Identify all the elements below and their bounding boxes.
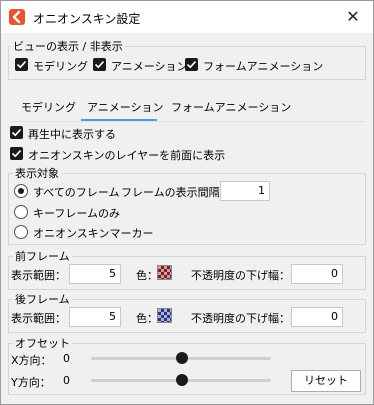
view-form-animation-checkbox[interactable] (185, 58, 198, 71)
y-offset-slider-thumb[interactable] (176, 374, 188, 386)
view-form-animation-label: フォームアニメーション (203, 60, 324, 73)
frame-interval-label: フレームの表示間隔 (121, 186, 220, 199)
y-offset-label: Y方向： (11, 376, 51, 389)
tab-form-animation[interactable]: フォームアニメーション (171, 99, 291, 121)
prev-color-swatch[interactable] (157, 265, 172, 280)
y-offset-value: 0 (63, 374, 70, 387)
display-target-label: 表示対象 (13, 165, 61, 181)
tab-divider (9, 121, 365, 122)
next-opacity-label: 不透明度の下げ幅： (191, 312, 290, 325)
prev-opacity-label: 不透明度の下げ幅： (191, 269, 290, 282)
x-offset-slider-thumb[interactable] (176, 352, 188, 364)
next-color-label: 色： (136, 312, 158, 325)
all-frames-label: すべてのフレーム (33, 186, 120, 199)
x-offset-label: X方向： (11, 354, 52, 367)
frame-interval-input[interactable]: 1 (220, 181, 270, 201)
prev-range-input[interactable]: 5 (69, 264, 121, 284)
next-range-label: 表示範囲： (11, 312, 66, 325)
view-group-label: ビューの表示 / 非表示 (11, 38, 125, 54)
layer-front-label: オニオンスキンのレイヤーを前面に表示 (28, 149, 226, 162)
tab-modeling[interactable]: モデリング (21, 99, 76, 121)
prev-frame-label: 前フレーム (13, 248, 72, 264)
onion-skin-settings-dialog: オニオンスキン設定 ✕ ビューの表示 / 非表示 モデリング アニメーション フ… (0, 0, 374, 405)
onion-markers-label: オニオンスキンマーカー (33, 227, 154, 240)
x-offset-value: 0 (63, 352, 70, 365)
next-color-swatch[interactable] (157, 308, 172, 323)
window-title: オニオンスキン設定 (33, 12, 141, 26)
app-logo-icon (9, 9, 25, 25)
prev-range-label: 表示範囲： (11, 269, 66, 282)
prev-color-label: 色： (136, 269, 158, 282)
show-during-playback-label: 再生中に表示する (28, 128, 116, 141)
view-modeling-checkbox[interactable] (15, 58, 28, 71)
offset-label: オフセット (13, 335, 72, 351)
prev-opacity-input[interactable]: 0 (291, 264, 343, 284)
title-bar: オニオンスキン設定 ✕ (1, 1, 373, 33)
keyframes-only-radio[interactable] (14, 205, 28, 219)
all-frames-radio[interactable] (14, 184, 28, 198)
reset-button[interactable]: リセット (291, 370, 361, 392)
close-button[interactable]: ✕ (339, 5, 367, 29)
view-modeling-label: モデリング (33, 60, 88, 73)
keyframes-only-label: キーフレームのみ (33, 207, 121, 220)
next-range-input[interactable]: 5 (69, 307, 121, 327)
show-during-playback-checkbox[interactable] (10, 126, 23, 139)
view-animation-label: アニメーション (111, 60, 188, 73)
view-animation-checkbox[interactable] (93, 58, 106, 71)
onion-markers-radio[interactable] (14, 225, 28, 239)
next-opacity-input[interactable]: 0 (291, 307, 343, 327)
layer-front-checkbox[interactable] (10, 147, 23, 160)
next-frame-label: 後フレーム (13, 291, 72, 307)
tab-animation[interactable]: アニメーション (87, 99, 164, 121)
